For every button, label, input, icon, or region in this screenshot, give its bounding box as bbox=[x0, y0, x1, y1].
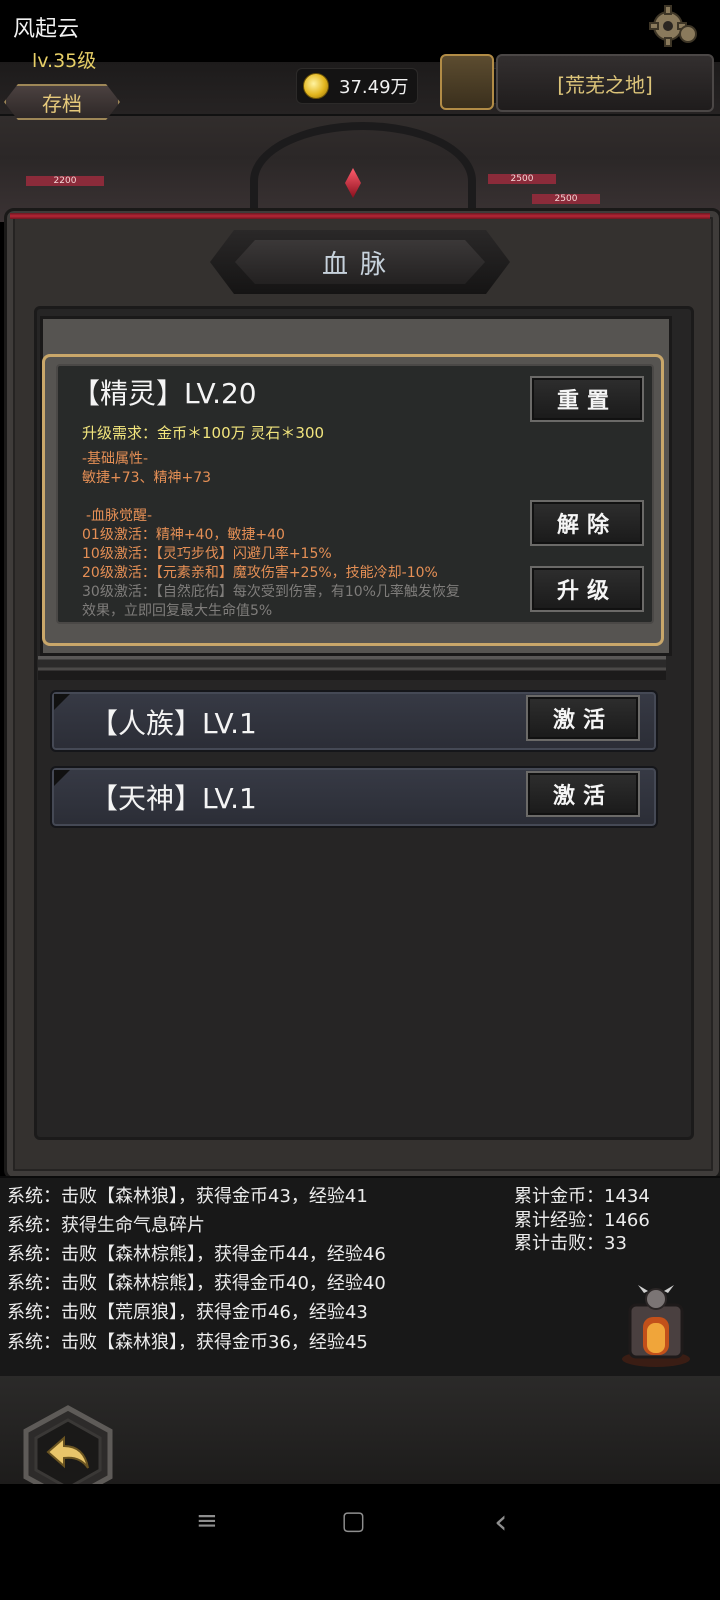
player-name: 风起云 bbox=[13, 17, 80, 42]
panel-title: 血脉 bbox=[235, 240, 485, 284]
gold-value: 37.49万 bbox=[339, 77, 409, 98]
awaken-line-locked: 效果，立即回复最大生命值5% bbox=[82, 603, 273, 619]
upgrade-button[interactable]: 升级 bbox=[530, 566, 644, 612]
panel-title-plaque: 血脉 bbox=[210, 230, 510, 294]
log-line: 系统：获得生命气息碎片 bbox=[7, 1215, 205, 1236]
bloodline-name: 【人族】LV.1 bbox=[90, 707, 257, 740]
awaken-line: 20级激活：【元素亲和】魔攻伤害+25%，技能冷却-10% bbox=[82, 565, 438, 581]
activate-button[interactable]: 激活 bbox=[526, 771, 640, 817]
upgrade-requirement: 升级需求：金币＊100万 灵石＊300 bbox=[82, 424, 325, 442]
total-gold-stat: 累计金币：1434 bbox=[514, 1186, 650, 1207]
gear-icon[interactable] bbox=[648, 4, 698, 50]
awaken-line-locked: 30级激活：【自然庇佑】每次受到伤害，有10%几率触发恢复 bbox=[82, 584, 460, 600]
awaken-line: 10级激活：【灵巧步伐】闪避几率+15% bbox=[82, 546, 332, 562]
remove-button[interactable]: 解除 bbox=[530, 500, 644, 546]
hud-hp-bar-3: 2500 bbox=[532, 194, 600, 204]
menu-icon[interactable]: ≡ bbox=[196, 1506, 218, 1536]
log-line: 系统：击败【森林狼】，获得金币43，经验41 bbox=[7, 1186, 368, 1207]
base-attr-header: -基础属性- bbox=[82, 451, 149, 467]
row-corner bbox=[54, 694, 70, 710]
awaken-line: 01级激活：精神+40，敏捷+40 bbox=[82, 527, 285, 543]
boss-gate-icon[interactable] bbox=[616, 1283, 696, 1369]
awaken-header: -血脉觉醒- bbox=[86, 508, 153, 524]
gold-counter: 37.49万 bbox=[296, 68, 418, 104]
system-nav-bar bbox=[0, 1484, 720, 1600]
map-icon[interactable] bbox=[440, 54, 494, 110]
bloodline-name: 【天神】LV.1 bbox=[90, 782, 257, 815]
base-attr-values: 敏捷+73、精神+73 bbox=[82, 470, 212, 486]
map-location-button[interactable]: [荒芜之地] bbox=[496, 54, 714, 112]
reset-button[interactable]: 重置 bbox=[530, 376, 644, 422]
log-line: 系统：击败【森林棕熊】，获得金币44，经验46 bbox=[7, 1244, 386, 1265]
section-divider bbox=[38, 656, 666, 680]
log-line: 系统：击败【森林狼】，获得金币36，经验45 bbox=[7, 1332, 368, 1353]
log-line: 系统：击败【森林棕熊】，获得金币40，经验40 bbox=[7, 1273, 386, 1294]
total-kills-stat: 累计击败：33 bbox=[514, 1233, 627, 1254]
save-button[interactable]: 存档 bbox=[4, 84, 120, 120]
back-icon[interactable]: ‹ bbox=[494, 1502, 508, 1542]
active-bloodline-name: 【精灵】LV.20 bbox=[72, 377, 257, 410]
activate-button[interactable]: 激活 bbox=[526, 695, 640, 741]
gold-coin-icon bbox=[303, 73, 329, 99]
hud-hp-bar-1: 2200 bbox=[26, 176, 104, 186]
player-level: lv.35级 bbox=[32, 50, 97, 72]
home-icon[interactable]: ▢ bbox=[341, 1506, 366, 1536]
panel-top-accent bbox=[10, 213, 710, 219]
log-line: 系统：击败【荒原狼】，获得金币46，经验43 bbox=[7, 1302, 368, 1323]
hud-hp-bar-2: 2500 bbox=[488, 174, 556, 184]
row-corner bbox=[54, 770, 70, 786]
